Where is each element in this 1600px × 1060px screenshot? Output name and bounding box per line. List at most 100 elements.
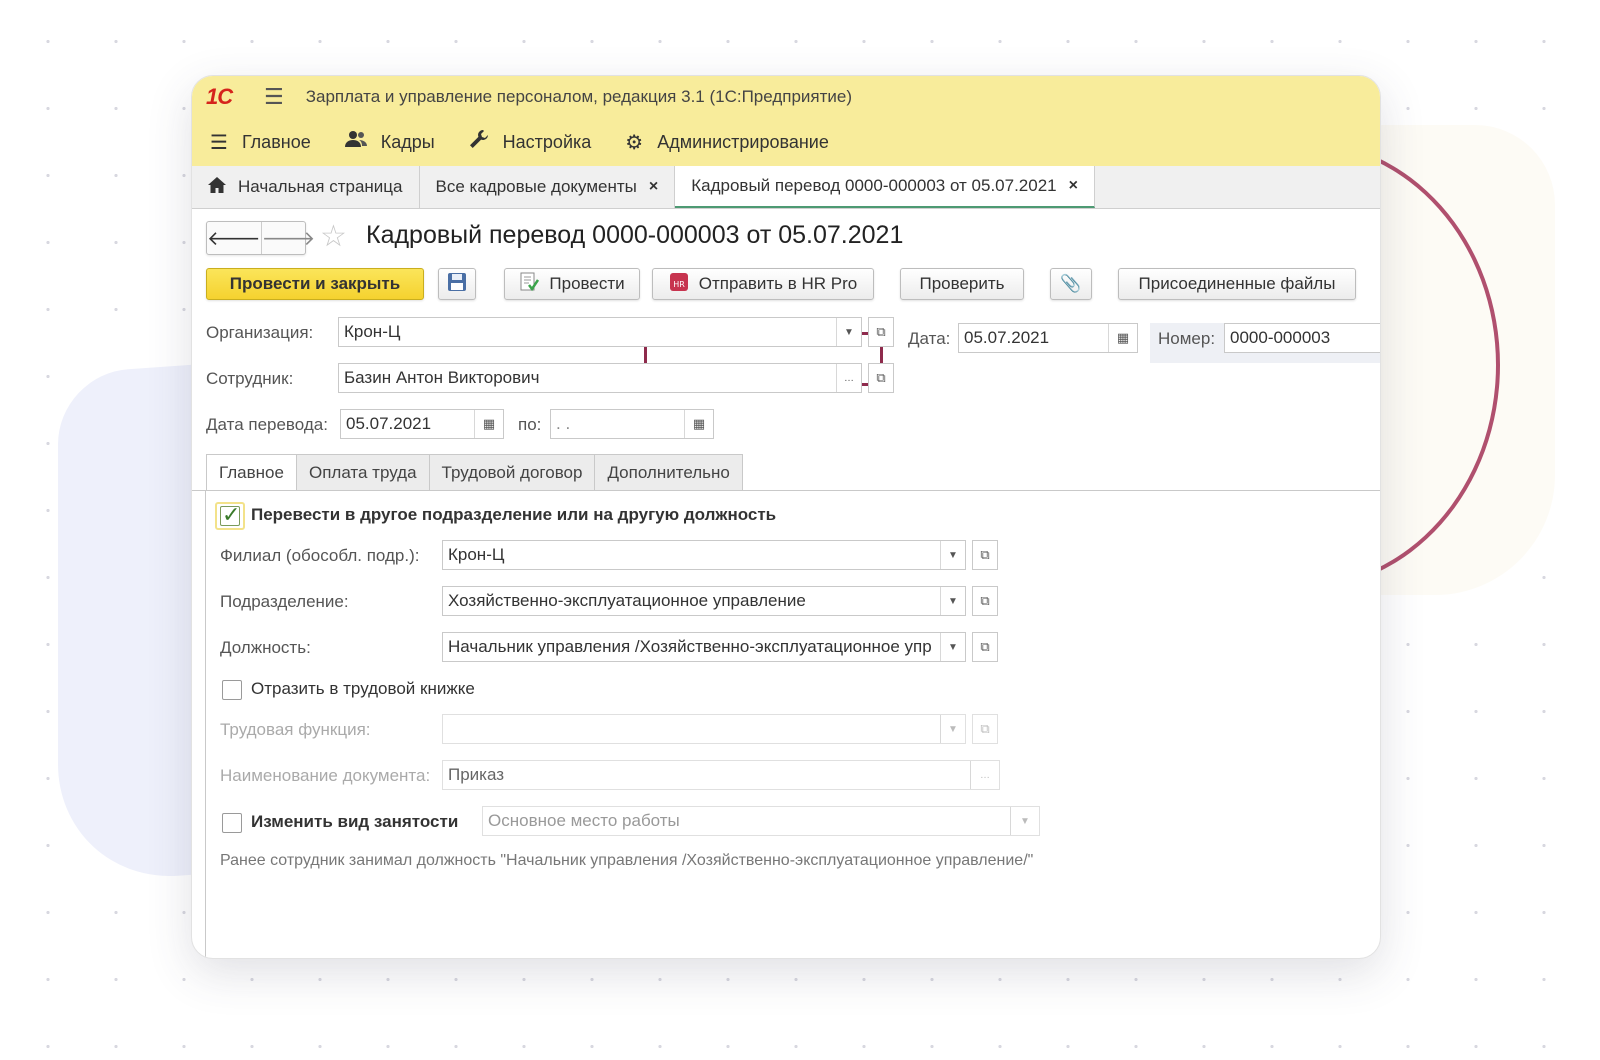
dropdown-arrow-icon[interactable]: ▼ [836, 318, 861, 346]
dropdown-arrow-icon[interactable]: ▼ [1010, 807, 1039, 835]
form-tabs: Главное Оплата труда Трудовой договор До… [206, 454, 743, 490]
branch-field[interactable]: Крон-Ц ▼ [442, 540, 966, 570]
tab-all-hr-documents[interactable]: Все кадровые документы × [420, 166, 676, 208]
people-icon [344, 130, 367, 154]
branch-value: Крон-Ц [448, 545, 505, 564]
position-value: Начальник управления /Хозяйственно-экспл… [448, 637, 932, 656]
send-to-hr-pro-button[interactable]: HR Отправить в HR Pro [652, 268, 874, 300]
employment-type-checkbox-label: Изменить вид занятости [251, 812, 459, 831]
floppy-disk-icon [447, 272, 467, 297]
employee-value: Базин Антон Викторович [344, 368, 540, 387]
department-field[interactable]: Хозяйственно-эксплуатационное управление… [442, 586, 966, 616]
document-name-field[interactable]: Приказ … [442, 760, 1000, 790]
employee-field[interactable]: Базин Антон Викторович … [338, 363, 862, 393]
dropdown-arrow-icon[interactable]: ▼ [940, 541, 965, 569]
menu-lines-icon: ☰ [210, 131, 228, 154]
menu-item-admin[interactable]: ⚙ Администрирование [625, 130, 829, 155]
button-label: Отправить в HR Pro [698, 274, 858, 293]
date-label: Дата: [908, 329, 951, 348]
page-title: Кадровый перевод 0000-000003 от 05.07.20… [366, 221, 904, 249]
tab-divider [192, 490, 1380, 491]
branch-label: Филиал (обособл. подр.): [220, 546, 420, 565]
number-label: Номер: [1158, 329, 1216, 348]
open-icon[interactable]: ⧉ [972, 714, 998, 744]
menu-item-label: Администрирование [657, 131, 829, 152]
open-icon[interactable]: ⧉ [972, 632, 998, 662]
transfer-date-field[interactable]: 05.07.2021 ▦ [340, 409, 504, 439]
menu-item-staff[interactable]: Кадры [344, 130, 435, 154]
post-and-close-button[interactable]: Провести и закрыть [206, 268, 424, 300]
tab-main[interactable]: Главное [206, 454, 297, 490]
close-icon[interactable]: × [649, 178, 658, 196]
transfer-date-value: 05.07.2021 [346, 414, 432, 433]
calendar-icon[interactable]: ▦ [1108, 324, 1137, 352]
attached-files-button[interactable]: Присоединенные файлы [1118, 268, 1356, 300]
labor-function-field[interactable]: ▼ [442, 714, 966, 744]
to-date-field[interactable]: . . ▦ [550, 409, 714, 439]
employee-label: Сотрудник: [206, 369, 294, 388]
select-ellipsis-icon[interactable]: … [836, 364, 861, 392]
select-ellipsis-icon[interactable]: … [970, 761, 999, 789]
post-document-icon [519, 272, 540, 297]
forward-arrow-icon[interactable]: 🡒 [262, 222, 316, 254]
tab-home[interactable]: Начальная страница [192, 166, 420, 208]
post-button[interactable]: Провести [504, 268, 640, 300]
number-field[interactable]: 0000-000003 [1224, 323, 1380, 353]
transfer-checkbox-label: Перевести в другое подразделение или на … [251, 505, 777, 524]
tab-payment[interactable]: Оплата труда [295, 454, 430, 490]
open-icon[interactable]: ⧉ [868, 317, 894, 347]
employment-type-field[interactable]: Основное место работы ▼ [482, 806, 1040, 836]
panel-border [205, 491, 206, 958]
page-tabs: Начальная страница Все кадровые документ… [192, 166, 1380, 209]
menu-item-label: Настройка [502, 131, 592, 152]
dropdown-arrow-icon[interactable]: ▼ [940, 633, 965, 661]
tab-additional[interactable]: Дополнительно [594, 454, 743, 490]
open-icon[interactable]: ⧉ [868, 363, 894, 393]
home-icon [208, 176, 226, 198]
menu-item-main[interactable]: ☰ Главное [210, 130, 311, 155]
tab-transfer-document[interactable]: Кадровый перевод 0000-000003 от 05.07.20… [675, 166, 1095, 208]
menu-item-label: Кадры [380, 131, 435, 152]
main-menu-icon[interactable]: ☰ [264, 84, 284, 110]
organization-value: Крон-Ц [344, 322, 401, 341]
app-logo: 1С [206, 84, 233, 109]
button-label: Провести [549, 274, 625, 293]
transfer-checkbox[interactable] [220, 502, 240, 528]
to-date-label: по: [518, 415, 542, 434]
workbook-checkbox[interactable] [222, 680, 242, 700]
svg-text:HR: HR [673, 280, 685, 289]
employment-type-checkbox[interactable] [222, 813, 242, 833]
labor-function-label: Трудовая функция: [220, 720, 371, 739]
department-value: Хозяйственно-эксплуатационное управление [448, 591, 806, 610]
check-button[interactable]: Проверить [900, 268, 1024, 300]
open-icon[interactable]: ⧉ [972, 540, 998, 570]
attach-button[interactable]: 📎 [1050, 268, 1092, 300]
date-value: 05.07.2021 [964, 328, 1050, 347]
position-label: Должность: [220, 638, 311, 657]
history-nav: 🡐 🡒 [206, 221, 315, 255]
menu-item-label: Главное [241, 131, 311, 152]
open-icon[interactable]: ⧉ [972, 586, 998, 616]
gear-icon: ⚙ [625, 131, 644, 154]
favorite-star-icon[interactable]: ☆ [320, 219, 347, 254]
wrench-icon [469, 129, 489, 155]
tab-label: Все кадровые документы [435, 177, 637, 196]
menu-item-settings[interactable]: Настройка [469, 129, 592, 155]
paperclip-icon: 📎 [1060, 274, 1082, 293]
dropdown-arrow-icon[interactable]: ▼ [940, 715, 965, 743]
save-button[interactable] [438, 268, 476, 300]
calendar-icon[interactable]: ▦ [684, 410, 713, 438]
close-icon[interactable]: × [1069, 177, 1078, 195]
calendar-icon[interactable]: ▦ [474, 410, 503, 438]
position-field[interactable]: Начальник управления /Хозяйственно-экспл… [442, 632, 966, 662]
dropdown-arrow-icon[interactable]: ▼ [940, 587, 965, 615]
tab-labor-contract[interactable]: Трудовой договор [428, 454, 596, 490]
tab-label: Начальная страница [238, 177, 403, 196]
department-label: Подразделение: [220, 592, 349, 611]
organization-field[interactable]: Крон-Ц ▼ [338, 317, 862, 347]
date-field[interactable]: 05.07.2021 ▦ [958, 323, 1138, 353]
app-window: 1С ☰ Зарплата и управление персоналом, р… [191, 75, 1381, 959]
organization-label: Организация: [206, 323, 314, 342]
back-arrow-icon[interactable]: 🡐 [207, 222, 262, 254]
document-name-value: Приказ [448, 765, 505, 784]
